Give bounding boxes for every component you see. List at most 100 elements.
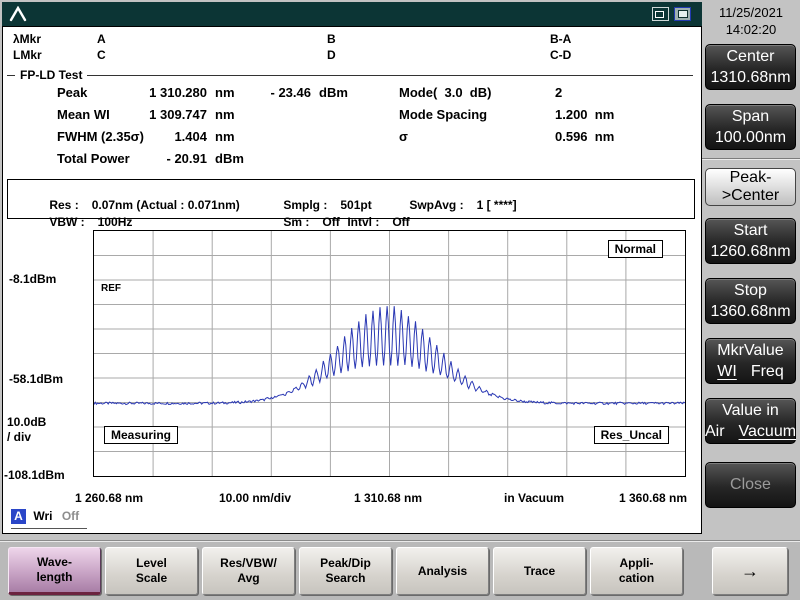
valuein-button[interactable]: Value in Air Vacuum (705, 398, 796, 444)
x-axis-center-label: 1 310.68 nm (353, 491, 423, 505)
result-unit: dBm (215, 151, 244, 166)
result-row: Peak 1 310.280 nm - 23.46 dBm Mode( 3.0 … (3, 85, 701, 103)
peak-to-center-button[interactable]: Peak->Center (705, 168, 796, 206)
key-label: length (36, 570, 73, 584)
minimize-button[interactable] (652, 7, 669, 21)
setting-value: 100Hz (97, 215, 133, 229)
result-label: Mode( 3.0 dB) (399, 85, 492, 100)
result-value: 1 310.280 (149, 85, 207, 100)
close-button[interactable]: Close (705, 462, 796, 508)
trace-indicator: A Wri Off (11, 509, 88, 529)
valuein-option-vacuum[interactable]: Vacuum (739, 423, 797, 441)
trace-a-badge: A (11, 509, 26, 524)
span-label: Span (731, 107, 770, 125)
stop-button[interactable]: Stop 1360.68nm (705, 278, 796, 324)
measuring-status-badge: Measuring (104, 426, 179, 444)
mkrvalue-options: WI Freq (717, 363, 783, 381)
vendor-logo-icon (8, 5, 28, 22)
setting-key: Sm : (283, 215, 310, 229)
key-label: Peak/Dip (320, 556, 371, 570)
setting-key: VBW : (49, 215, 85, 229)
result-label: σ (399, 129, 408, 144)
settings-row: Res :0.07nm (Actual : 0.071nm) Smplg :50… (8, 184, 694, 212)
key-label: Level (136, 556, 167, 570)
level-marker-row: LMkr C D C-D (3, 48, 701, 62)
y-axis-mid-label: -58.1dBm (9, 372, 64, 386)
result-unit: nm (215, 107, 235, 122)
analysis-key[interactable]: Analysis (396, 547, 489, 595)
function-key-bar: Wave- length Level Scale Res/VBW/ Avg Pe… (0, 540, 800, 600)
close-label: Close (730, 476, 771, 493)
right-arrow-icon: → (741, 560, 759, 581)
result-level-unit: dBm (319, 85, 348, 100)
main-panel: λMkr A B B-A LMkr C D C-D FP-LD Test Pea… (2, 26, 702, 534)
result-label: Mean WI (57, 107, 110, 122)
res-vbw-avg-key[interactable]: Res/VBW/ Avg (202, 547, 295, 595)
stop-value: 1360.68nm (710, 302, 791, 320)
marker-c-d-label: C-D (550, 48, 572, 62)
lambda-marker-label: λMkr (13, 32, 42, 46)
wavelength-marker-row: λMkr A B B-A (3, 32, 701, 46)
x-axis-start-label: 1 260.68 nm (74, 491, 144, 505)
x-axis-stop-label: 1 360.68 nm (618, 491, 688, 505)
osa-screen: 11/25/2021 14:02:20 λMkr A B B-A LMkr C … (0, 0, 800, 600)
span-value: 100.00nm (714, 128, 787, 146)
result-level-value: - 23.46 (270, 85, 311, 100)
key-label: cation (618, 571, 655, 585)
valuein-option-air[interactable]: Air (705, 423, 725, 441)
clock: 11/25/2021 14:02:20 (704, 4, 798, 38)
start-value: 1260.68nm (710, 242, 791, 260)
start-button[interactable]: Start 1260.68nm (705, 218, 796, 264)
peak-to-center-label: Peak->Center (721, 169, 780, 204)
y-axis-scale-unit-label: / div (7, 430, 32, 444)
trace-key[interactable]: Trace (493, 547, 586, 595)
key-label: Analysis (417, 563, 468, 578)
center-button[interactable]: Center 1310.68nm (705, 44, 796, 90)
valuein-options: Air Vacuum (705, 423, 796, 441)
result-row: FWHM (2.35σ) 1.404 nm σ 0.596 nm (3, 129, 701, 147)
key-label: Wave- (37, 555, 72, 569)
y-axis-bottom-label: -108.1dBm (4, 468, 65, 482)
key-label: Scale (135, 571, 168, 585)
softkey-panel: Center 1310.68nm Span 100.00nm Peak->Cen… (702, 40, 800, 515)
level-scale-key[interactable]: Level Scale (105, 547, 198, 595)
x-axis-div-label: 10.00 nm/div (218, 491, 292, 505)
analysis-title: FP-LD Test (15, 68, 88, 82)
titlebar (2, 2, 702, 26)
trace-write-mode-label: Wri (33, 509, 53, 523)
trace-mode-badge: Normal (607, 240, 663, 258)
result-label: Peak (57, 85, 88, 100)
level-marker-label: LMkr (13, 48, 42, 62)
result-row: Mean WI 1 309.747 nm Mode Spacing 1.200 … (3, 107, 701, 125)
marker-b-a-label: B-A (550, 32, 572, 46)
mkrvalue-label: MkrValue (717, 341, 784, 359)
setting-value: Off (392, 215, 410, 229)
span-button[interactable]: Span 100.00nm (705, 104, 796, 150)
more-keys-arrow-button[interactable]: → (712, 547, 788, 595)
application-key[interactable]: Appli- cation (590, 547, 683, 595)
mkrvalue-button[interactable]: MkrValue WI Freq (705, 338, 796, 384)
center-value: 1310.68nm (710, 68, 791, 86)
result-value: 2 (555, 85, 563, 100)
stop-label: Stop (734, 281, 767, 299)
ref-level-label: REF (101, 283, 121, 294)
result-value: 1.404 (174, 129, 207, 144)
settings-row: VBW :100Hz Sm : Off Intvl : Off (8, 201, 694, 229)
sweep-settings-box: Res :0.07nm (Actual : 0.071nm) Smplg :50… (7, 179, 695, 229)
result-label: Mode Spacing (399, 107, 488, 122)
mkrvalue-option-wl[interactable]: WI (717, 363, 737, 381)
maximize-button[interactable] (674, 7, 691, 21)
peak-dip-search-key[interactable]: Peak/Dip Search (299, 547, 392, 595)
start-label: Start (733, 221, 768, 239)
marker-a-label: A (97, 32, 106, 46)
clock-date: 11/25/2021 (718, 5, 784, 20)
wavelength-key[interactable]: Wave- length (8, 547, 101, 595)
result-value: 1.200 nm (555, 107, 615, 122)
trace-state-label: Off (61, 509, 80, 523)
result-unit: nm (215, 85, 235, 100)
mkrvalue-option-freq[interactable]: Freq (751, 363, 784, 381)
key-label: Trace (523, 563, 556, 578)
y-axis-top-label: -8.1dBm (9, 272, 57, 286)
valuein-label: Value in (722, 401, 779, 419)
y-axis-scale-label: 10.0dB (7, 415, 47, 429)
